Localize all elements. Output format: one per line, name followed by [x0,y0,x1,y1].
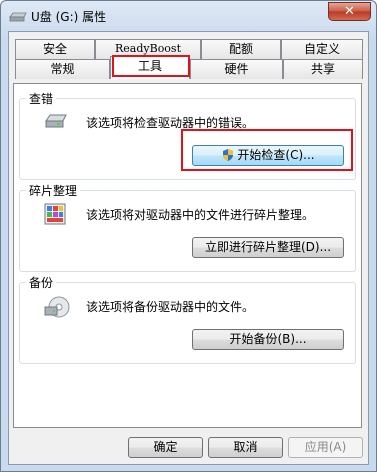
title-bar[interactable]: U盘 (G:) 属性 ✕ [1,1,376,31]
tools-tab-panel: 查错 该选项将检查驱动器中的错误。 开始检查(C)... 碎片整理 该选项将对驱… [13,83,362,428]
tab-quota[interactable]: 配额 [201,39,281,59]
close-icon: ✕ [344,4,355,19]
defrag-description: 该选项将对驱动器中的文件进行碎片整理。 [86,208,315,222]
tab-customize[interactable]: 自定义 [281,39,363,59]
apply-button[interactable]: 应用(A) [288,437,363,458]
tab-security[interactable]: 安全 [15,39,95,59]
properties-dialog: U盘 (G:) 属性 ✕ 安全 ReadyBoost 配额 自定义 常规 工具 … [0,0,377,472]
defrag-icon [44,203,66,225]
defrag-group: 碎片整理 该选项将对驱动器中的文件进行碎片整理。 立即进行碎片整理(D)... [19,182,356,272]
tab-general[interactable]: 常规 [15,59,110,79]
start-backup-button[interactable]: 开始备份(B)... [192,329,344,350]
cancel-button[interactable]: 取消 [208,437,283,458]
backup-description: 该选项将备份驱动器中的文件。 [86,300,255,314]
group-title-check: 查错 [26,90,57,107]
usb-drive-icon [9,12,27,22]
close-button[interactable]: ✕ [328,2,371,21]
group-title-defrag: 碎片整理 [26,182,81,199]
window-title: U盘 (G:) 属性 [31,10,107,24]
highlight-tools-tab [112,55,190,77]
highlight-start-check [181,129,353,171]
hard-drive-icon [45,114,67,128]
group-title-backup: 备份 [26,274,57,291]
backup-icon [44,296,70,318]
tab-hardware[interactable]: 硬件 [190,59,283,79]
tab-sharing[interactable]: 共享 [283,59,363,79]
defrag-now-button[interactable]: 立即进行碎片整理(D)... [192,237,344,258]
backup-group: 备份 该选项将备份驱动器中的文件。 开始备份(B)... [19,274,356,364]
ok-button[interactable]: 确定 [128,437,203,458]
dialog-client-area: 安全 ReadyBoost 配额 自定义 常规 工具 硬件 共享 查错 该选项将… [8,31,369,465]
